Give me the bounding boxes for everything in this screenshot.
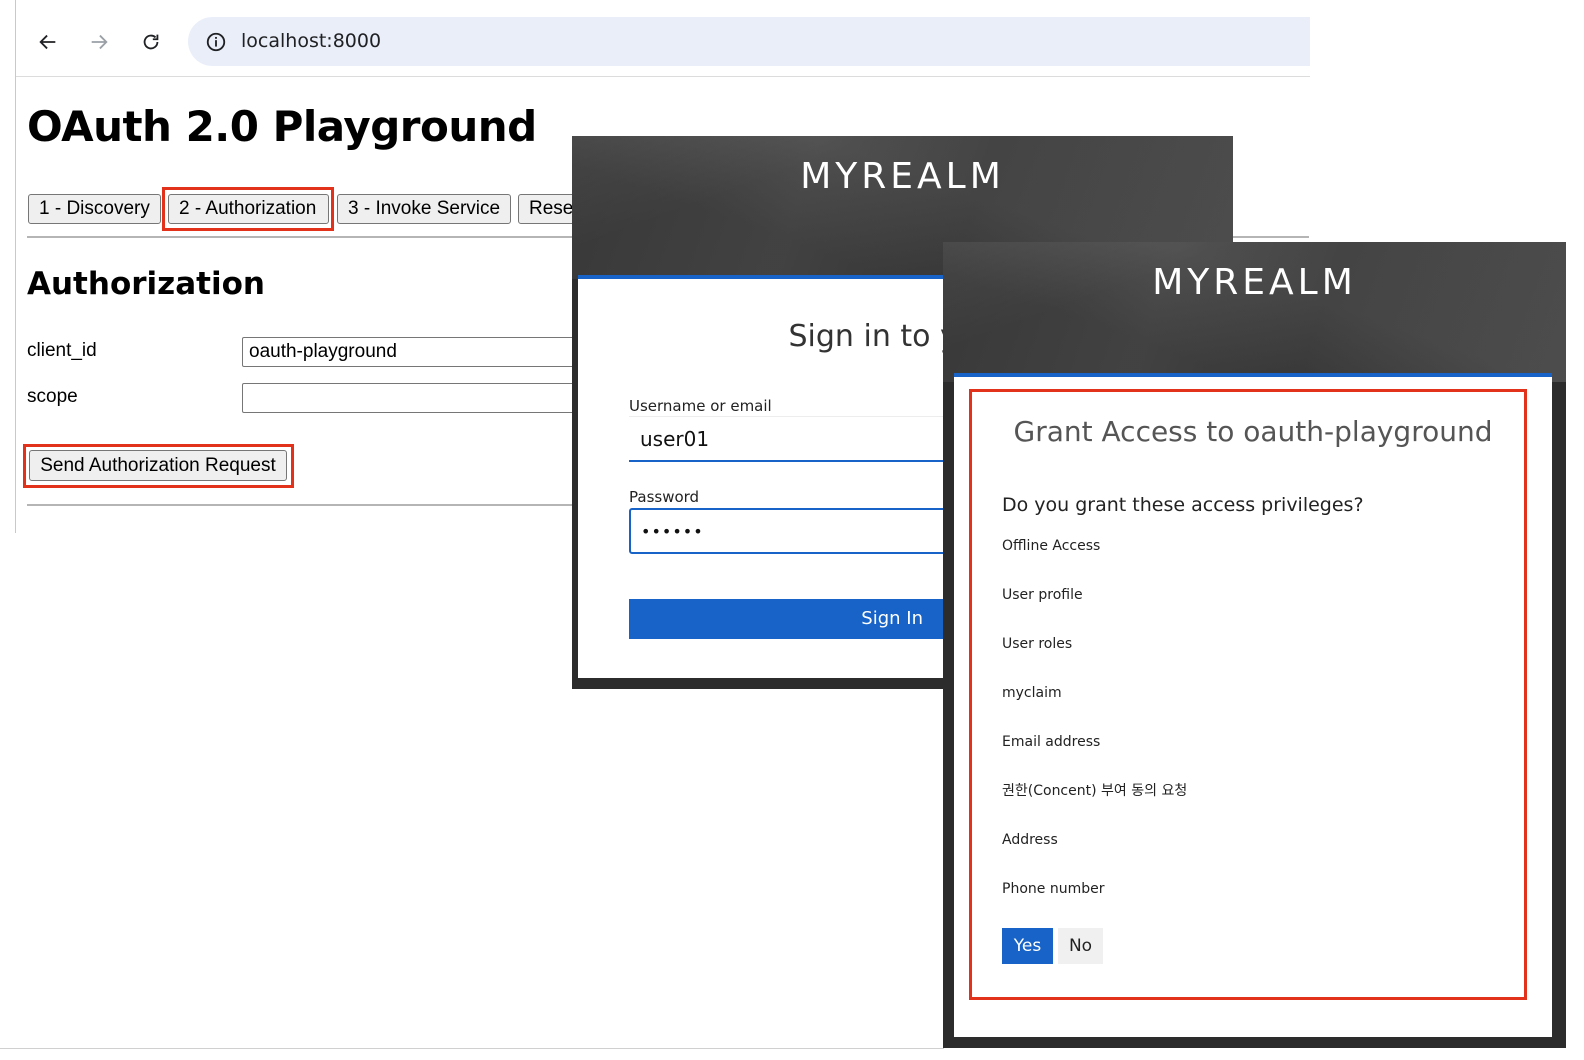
password-label: Password: [629, 488, 700, 506]
tab-highlight-box: [162, 187, 334, 231]
privilege-item: Offline Access: [1002, 538, 1101, 554]
info-icon[interactable]: [205, 31, 227, 53]
consent-header: MYREALM: [943, 242, 1566, 382]
realm-name: MYREALM: [800, 156, 1005, 197]
grant-question: Do you grant these access privileges?: [1002, 494, 1364, 516]
consent-card: Grant Access to oauth-playground Do you …: [954, 373, 1552, 1037]
window-edge: [15, 0, 16, 533]
privilege-item: Address: [1002, 832, 1058, 848]
no-button[interactable]: No: [1058, 928, 1103, 964]
section-title: Authorization: [27, 266, 265, 302]
reload-button[interactable]: [138, 29, 164, 55]
client-id-input[interactable]: oauth-playground: [242, 337, 602, 367]
realm-name-consent: MYREALM: [1152, 262, 1357, 303]
address-bar[interactable]: localhost:8000: [188, 17, 1310, 66]
scope-label: scope: [27, 386, 78, 407]
username-input[interactable]: user01: [629, 416, 959, 462]
page-bottom-border: [0, 1048, 944, 1049]
privilege-item: myclaim: [1002, 685, 1062, 701]
privilege-list: Offline Access User profile User roles m…: [1002, 537, 1187, 929]
scope-input[interactable]: [242, 383, 602, 413]
arrow-left-icon: [39, 34, 56, 50]
arrow-right-icon: [91, 34, 108, 50]
privilege-item: Phone number: [1002, 881, 1105, 897]
url-text: localhost:8000: [241, 30, 382, 52]
password-input[interactable]: ••••••: [629, 508, 959, 554]
tab-invoke-service[interactable]: 3 - Invoke Service: [337, 194, 511, 224]
send-button-highlight-box: [23, 444, 294, 488]
back-button[interactable]: [35, 29, 61, 55]
tab-discovery[interactable]: 1 - Discovery: [28, 194, 161, 224]
forward-button[interactable]: [86, 29, 112, 55]
divider-bottom: [27, 504, 587, 506]
sign-in-button[interactable]: Sign In: [629, 599, 959, 639]
privilege-item: 권한(Concent) 부여 동의 요청: [1002, 783, 1188, 799]
reload-icon: [143, 34, 159, 50]
page-title: OAuth 2.0 Playground: [27, 102, 537, 151]
yes-button[interactable]: Yes: [1002, 928, 1053, 964]
username-label: Username or email: [629, 397, 772, 415]
browser-toolbar: localhost:8000: [16, 0, 1310, 77]
grant-title: Grant Access to oauth-playground: [1013, 415, 1493, 448]
consent-window: MYREALM Grant Access to oauth-playground…: [943, 242, 1566, 1048]
privilege-item: User roles: [1002, 636, 1073, 652]
client-id-label: client_id: [27, 340, 97, 361]
privilege-item: User profile: [1002, 587, 1083, 603]
privilege-item: Email address: [1002, 734, 1101, 750]
